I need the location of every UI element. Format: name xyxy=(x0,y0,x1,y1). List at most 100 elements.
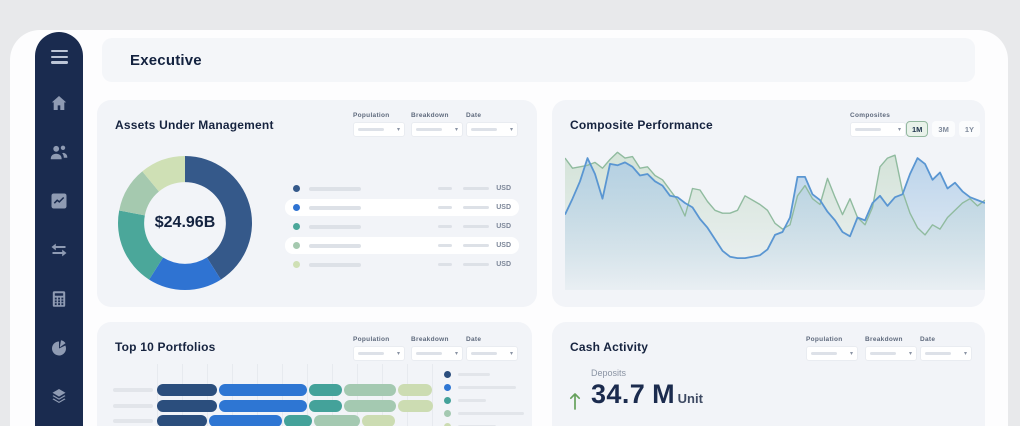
portfolios-card-title: Top 10 Portfolios xyxy=(115,340,216,354)
chevron-down-icon: ▾ xyxy=(397,127,400,133)
breakdown-select[interactable]: ▾ xyxy=(865,346,917,361)
range-1m-button[interactable]: 1M xyxy=(906,121,928,137)
portfolio-bar-row[interactable] xyxy=(113,400,433,412)
chevron-down-icon: ▾ xyxy=(455,351,458,357)
range-3m-button[interactable]: 3M xyxy=(932,121,954,137)
legend-entry[interactable] xyxy=(444,394,524,407)
series-dot xyxy=(293,185,300,192)
portfolios-filter-breakdown: Breakdown ▾ xyxy=(411,336,463,361)
chevron-down-icon: ▾ xyxy=(510,127,513,133)
redacted-value-bar xyxy=(463,263,489,267)
aum-legend-row[interactable]: USD xyxy=(285,180,519,197)
redacted-label-bar xyxy=(309,187,361,191)
legend-entry[interactable] xyxy=(444,420,524,426)
series-dot xyxy=(293,261,300,268)
page-title: Executive xyxy=(130,52,202,69)
population-select[interactable]: ▾ xyxy=(353,346,405,361)
legend-entry[interactable] xyxy=(444,407,524,420)
currency-label: USD xyxy=(496,242,511,249)
cash-filter-population: Population ▾ xyxy=(806,336,858,361)
date-select[interactable]: ▾ xyxy=(466,122,518,137)
composite-card-title: Composite Performance xyxy=(570,118,713,132)
filter-label: Breakdown xyxy=(865,336,917,343)
cash-filter-breakdown: Breakdown ▾ xyxy=(865,336,917,361)
menu-icon[interactable] xyxy=(51,50,68,64)
redacted-value-bar xyxy=(438,244,452,248)
clients-icon[interactable] xyxy=(49,142,69,162)
placeholder-bar xyxy=(471,128,497,131)
placeholder-bar xyxy=(925,352,951,355)
range-switcher: 1M 3M 1Y xyxy=(906,121,980,137)
top-portfolios-card: Top 10 Portfolios Population ▾ Breakdown… xyxy=(97,322,532,426)
chevron-down-icon: ▾ xyxy=(898,127,901,133)
population-select[interactable]: ▾ xyxy=(353,122,405,137)
aum-legend-row[interactable]: USD xyxy=(285,237,519,254)
redacted-value-bar xyxy=(463,225,489,229)
composite-line-chart xyxy=(565,140,985,290)
redacted-row-label xyxy=(113,419,153,423)
redacted-value-bar xyxy=(463,206,489,210)
bar-segment xyxy=(398,384,432,396)
filter-label: Date xyxy=(920,336,972,343)
breakdown-select[interactable]: ▾ xyxy=(411,122,463,137)
bar-segment xyxy=(219,384,307,396)
aum-donut-chart xyxy=(117,155,253,291)
portfolio-bar-row[interactable] xyxy=(113,384,433,396)
date-select[interactable]: ▾ xyxy=(466,346,518,361)
calculator-icon[interactable] xyxy=(49,289,69,309)
redacted-label-bar xyxy=(309,244,361,248)
bar-segment xyxy=(219,400,307,412)
portfolio-bar-row[interactable] xyxy=(113,415,433,426)
chevron-down-icon: ▾ xyxy=(455,127,458,133)
performance-icon[interactable] xyxy=(49,191,69,211)
composites-select[interactable]: ▾ xyxy=(850,122,906,137)
filter-label: Population xyxy=(353,336,405,343)
aum-filter-population: Population ▾ xyxy=(353,112,405,137)
bar-segment xyxy=(314,415,360,426)
placeholder-bar xyxy=(416,128,442,131)
bar-segment xyxy=(209,415,282,426)
range-1y-button[interactable]: 1Y xyxy=(959,121,980,137)
placeholder-bar xyxy=(358,352,384,355)
breakdown-select[interactable]: ▾ xyxy=(411,346,463,361)
legend-entry[interactable] xyxy=(444,381,524,394)
portfolios-filter-population: Population ▾ xyxy=(353,336,405,361)
aum-filter-date: Date ▾ xyxy=(466,112,518,137)
bar-segment xyxy=(309,400,342,412)
series-dot xyxy=(293,242,300,249)
aum-card: Assets Under Management Population ▾ Bre… xyxy=(97,100,537,307)
stacked-bar-rows xyxy=(113,384,433,426)
redacted-value-bar xyxy=(438,225,452,229)
filter-label: Population xyxy=(806,336,858,343)
allocation-pie-icon[interactable] xyxy=(49,338,69,358)
aum-legend-row[interactable]: USD xyxy=(285,218,519,235)
aum-legend-row[interactable]: USD xyxy=(285,256,519,273)
chevron-down-icon: ▾ xyxy=(510,351,513,357)
layers-icon[interactable] xyxy=(49,387,69,407)
transactions-icon[interactable] xyxy=(49,240,69,260)
population-select[interactable]: ▾ xyxy=(806,346,858,361)
filter-label: Composites xyxy=(850,112,906,119)
redacted-value-bar xyxy=(438,263,452,267)
portfolios-filter-date: Date ▾ xyxy=(466,336,518,361)
redacted-label-bar xyxy=(458,399,486,403)
bar-segment xyxy=(344,400,396,412)
aum-legend-row[interactable]: USD xyxy=(285,199,519,216)
aum-card-title: Assets Under Management xyxy=(115,118,274,132)
placeholder-bar xyxy=(870,352,896,355)
filter-label: Breakdown xyxy=(411,336,463,343)
redacted-label-bar xyxy=(458,386,516,390)
bar-segment xyxy=(398,400,433,412)
legend-entry[interactable] xyxy=(444,368,524,381)
date-select[interactable]: ▾ xyxy=(920,346,972,361)
filter-label: Date xyxy=(466,336,518,343)
series-dot xyxy=(293,204,300,211)
bar-segment xyxy=(157,384,217,396)
redacted-value-bar xyxy=(438,206,452,210)
chevron-down-icon: ▾ xyxy=(397,351,400,357)
chevron-down-icon: ▾ xyxy=(850,351,853,357)
home-icon[interactable] xyxy=(49,93,69,113)
series-dot xyxy=(444,397,451,404)
redacted-label-bar xyxy=(309,225,361,229)
series-dot xyxy=(444,410,451,417)
